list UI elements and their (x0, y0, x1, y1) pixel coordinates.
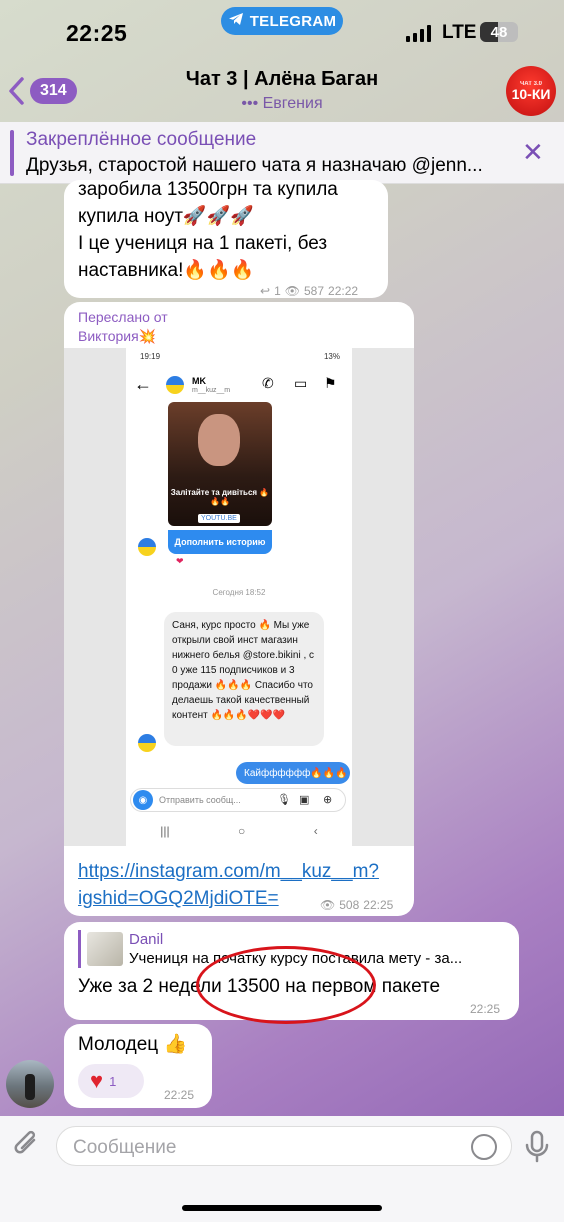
image-icon: ▣ (299, 794, 310, 806)
avatar-text: 10-КИ (511, 86, 551, 102)
video-link: YOUTU.BE (198, 514, 240, 523)
reply-author: Danil (129, 931, 164, 948)
screenshot-battery: 13% (323, 352, 340, 361)
screenshot-nav-bar: ||| ○ ‹ (126, 824, 352, 838)
screenshot-contact-user: m__kuz__m (192, 387, 231, 394)
unread-count-badge: 314 (30, 78, 77, 104)
screenshot-contact-name: MK (192, 376, 206, 386)
recents-icon: ||| (160, 824, 170, 838)
message-time: 22:25 (164, 1088, 195, 1102)
message-input[interactable]: Сообщение (56, 1126, 512, 1166)
pinned-title: Закреплённое сообщение (26, 129, 257, 150)
forwarded-name: Виктория💥 (78, 328, 157, 344)
pinned-message-bar[interactable]: Закреплённое сообщение Друзья, старостой… (0, 122, 564, 184)
story-button: Дополнить историю (168, 530, 272, 554)
chat-avatar[interactable]: ЧАТ 3.0 10-КИ (506, 66, 556, 116)
message-bubble-1[interactable]: заробила 13500грн та купила купила ноут🚀… (64, 180, 388, 298)
reply-count: 1 (274, 284, 281, 298)
instagram-link[interactable]: https://instagram.com/m__kuz__m?igshid=O… (78, 858, 404, 912)
ukraine-flag-avatar (138, 734, 156, 752)
screenshot-time: 19:19 (140, 352, 161, 361)
forwarded-header[interactable]: Переслано от Виктория💥 (78, 308, 168, 346)
message-meta: ↩ 1 👁 587 22:22 (260, 278, 358, 298)
avatar-small-text: ЧАТ 3.0 (520, 81, 542, 87)
mic-icon: 🎙 (277, 794, 291, 806)
ukraine-flag-avatar (166, 376, 184, 394)
signal-icon (406, 24, 431, 42)
close-icon[interactable]: ✕ (522, 139, 544, 165)
reply-thumbnail (87, 932, 123, 966)
composer-bar: Сообщение (0, 1116, 564, 1222)
message-bubble-4[interactable]: Молодец 👍 ♥ 1 22:25 (64, 1024, 212, 1108)
message-time: 22:25 (470, 1002, 501, 1016)
video-icon: ▭ (294, 375, 308, 391)
screenshot-phone-screen: 19:19 13% ← MK m__kuz__m ✆ ▭ ⚑ Залітайте… (126, 348, 352, 846)
message-line: І це учениця на 1 пакеті, без (78, 233, 328, 254)
video-caption: Залітайте та дивіться 🔥🔥🔥 (170, 488, 270, 506)
message-input-placeholder: Сообщение (73, 1137, 177, 1158)
telegram-plane-icon (228, 12, 244, 30)
video-thumbnail: Залітайте та дивіться 🔥🔥🔥 YOUTU.BE (168, 402, 272, 526)
screenshot-chat-header: ← MK m__kuz__m ✆ ▭ ⚑ (126, 372, 352, 402)
reply-arrow-icon: ↩ (260, 284, 271, 298)
screenshot-input: ◉ Отправить сообщ... 🎙 ▣ ⊕ (130, 788, 346, 812)
forwarded-screenshot-image[interactable]: 19:19 13% ← MK m__kuz__m ✆ ▭ ⚑ Залітайте… (64, 348, 414, 846)
pinned-text: Друзья, старостой нашего чата я назначаю… (26, 155, 483, 176)
flag-icon: ⚑ (324, 375, 337, 391)
camera-icon: ◉ (133, 790, 153, 810)
home-icon: ○ (238, 824, 246, 838)
view-count: 587 (303, 284, 325, 298)
battery-level: 48 (490, 23, 508, 41)
microphone-icon[interactable] (524, 1130, 550, 1169)
message-text: Молодец 👍 (78, 1034, 188, 1055)
message-meta: 22:25 (470, 1002, 500, 1016)
screenshot-message: Саня, курс просто 🔥 Мы уже открыли свой … (164, 612, 324, 746)
heart-icon: ♥ (90, 1068, 104, 1093)
typing-status: ••• Евгения (241, 95, 323, 112)
message-line: купила ноут🚀🚀🚀 (78, 206, 254, 227)
message-line: заробила 13500грн та купила (78, 180, 338, 200)
battery-icon: 48 (480, 22, 518, 42)
forwarded-label: Переслано от (78, 309, 168, 325)
red-annotation-oval (196, 946, 376, 1024)
plus-circle-icon: ⊕ (323, 794, 333, 806)
paperclip-icon[interactable] (12, 1128, 42, 1168)
screenshot-reply: Кайфффффф🔥🔥🔥 (236, 762, 350, 784)
reaction-count: 1 (109, 1073, 117, 1089)
back-icon: ‹ (313, 824, 318, 838)
status-time: 22:25 (66, 20, 128, 46)
screenshot-input-placeholder: Отправить сообщ... (159, 795, 241, 805)
chevron-left-icon (9, 77, 24, 105)
back-button[interactable]: 314 (8, 76, 77, 106)
app-pill-label: TELEGRAM (249, 12, 337, 30)
ukraine-flag-avatar (138, 538, 156, 556)
sender-avatar[interactable] (6, 1060, 54, 1108)
screenshot-date: Сегодня 18:52 (212, 588, 266, 597)
status-bar: 22:25 TELEGRAM LTE 48 (0, 0, 564, 66)
heart-reaction[interactable]: ♥ 1 (78, 1064, 144, 1098)
heart-icon: ❤ (176, 556, 184, 566)
avatar-figure (25, 1074, 35, 1100)
arrow-left-icon: ← (134, 374, 152, 394)
message-time: 22:22 (328, 284, 359, 298)
phone-icon: ✆ (262, 375, 274, 391)
sticker-icon[interactable] (471, 1134, 497, 1160)
eye-icon: 👁 (284, 284, 300, 298)
home-indicator[interactable] (182, 1205, 382, 1211)
pinned-accent-bar (10, 130, 14, 176)
chat-header: 314 Чат 3 | Алёна Баган ••• Евгения ЧАТ … (0, 60, 564, 122)
message-meta: 22:25 (164, 1088, 194, 1102)
person-face (198, 414, 240, 466)
chat-title[interactable]: Чат 3 | Алёна Баган (110, 68, 454, 91)
network-type: LTE (442, 22, 477, 43)
telegram-return-pill[interactable]: TELEGRAM (221, 7, 343, 35)
screenshot-status-bar: 19:19 13% (140, 352, 340, 361)
